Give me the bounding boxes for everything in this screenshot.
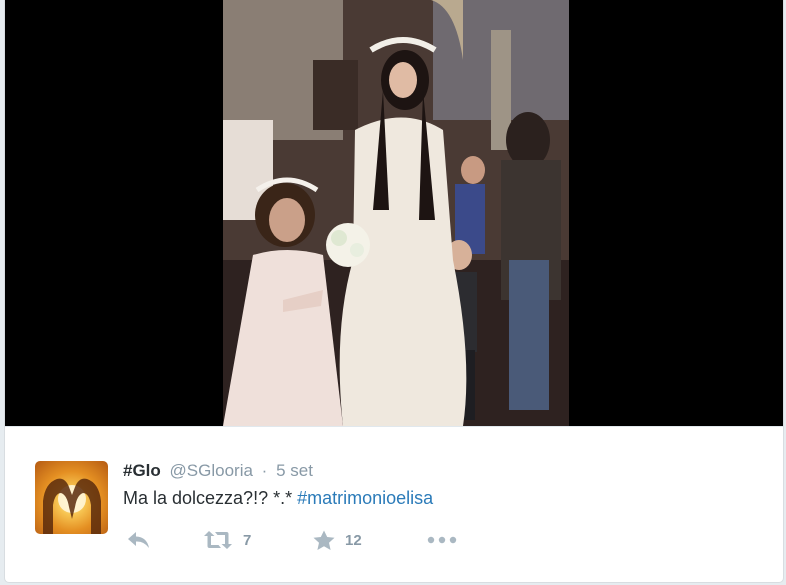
more-dots-icon <box>427 536 457 544</box>
favorite-count: 12 <box>345 531 362 549</box>
media-container[interactable] <box>5 0 783 426</box>
tweet-card: #Glo @SGlooria · 5 set Ma la dolcezza?!?… <box>4 0 784 583</box>
retweet-icon <box>204 531 232 549</box>
reply-button[interactable] <box>127 527 151 553</box>
star-icon <box>313 530 335 550</box>
tweet-text-body: Ma la dolcezza?!? *.* <box>123 488 298 508</box>
more-options-button[interactable] <box>427 527 457 553</box>
wedding-photo-image <box>223 0 569 426</box>
tweet-timestamp[interactable]: 5 set <box>276 461 313 480</box>
tweet-body: #Glo @SGlooria · 5 set Ma la dolcezza?!?… <box>5 426 783 582</box>
tweet-header: #Glo @SGlooria · 5 set <box>123 461 313 481</box>
avatar[interactable] <box>35 461 108 534</box>
header-separator: · <box>261 461 268 480</box>
user-handle[interactable]: @SGlooria <box>170 461 253 480</box>
tweet-text: Ma la dolcezza?!? *.* #matrimonioelisa <box>123 486 433 510</box>
user-fullname[interactable]: #Glo <box>123 461 161 480</box>
favorite-button[interactable]: 12 <box>313 527 362 553</box>
tweet-photo[interactable] <box>223 0 569 426</box>
heart-hands-sunset-icon <box>43 478 101 534</box>
hashtag-link[interactable]: #matrimonioelisa <box>297 488 433 508</box>
retweet-button[interactable]: 7 <box>203 527 251 553</box>
reply-icon <box>128 532 149 548</box>
retweet-count: 7 <box>243 531 252 549</box>
